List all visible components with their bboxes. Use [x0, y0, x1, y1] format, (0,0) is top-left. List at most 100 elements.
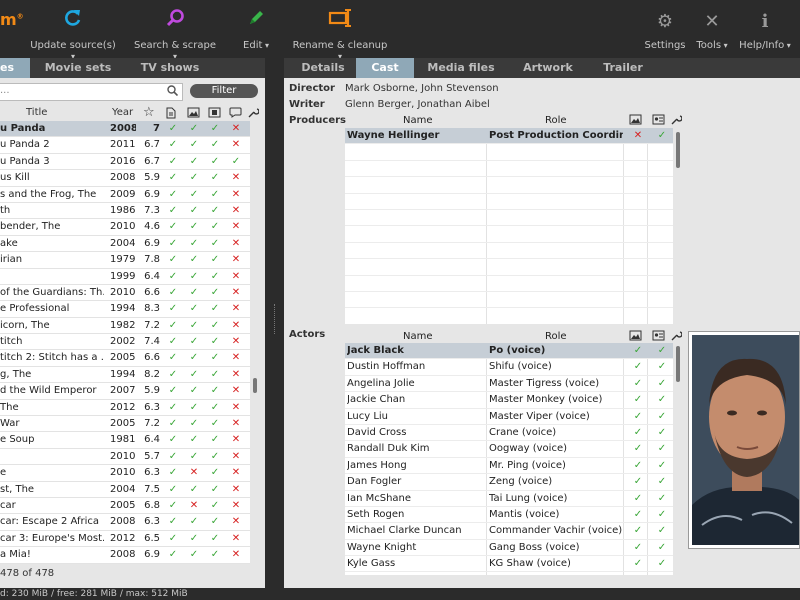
update-sources-button[interactable]: Update source(s) [30, 8, 116, 62]
movie-row[interactable]: War 2005 7.2 ✓ ✓ ✓ ✕ [0, 416, 250, 433]
movie-row[interactable]: of the Guardians: Th... 2010 6.6 ✓ ✓ ✓ ✕ [0, 284, 250, 302]
movie-row[interactable]: 1999 6.4 ✓ ✓ ✓ ✕ [0, 268, 250, 285]
movie-row[interactable]: car 3: Europe's Most... 2012 6.5 ✓ ✓ ✓ ✕ [0, 530, 250, 548]
search-input[interactable]: ... [0, 83, 183, 101]
star-icon[interactable]: ☆ [143, 105, 155, 120]
movie-row[interactable]: us Kill 2008 5.9 ✓ ✓ ✓ ✕ [0, 170, 250, 187]
help-info-button[interactable]: i Help/Info [736, 8, 794, 51]
video-status-icon: ✓ [210, 204, 220, 216]
movie-row[interactable]: icorn, The 1982 7.2 ✓ ✓ ✓ ✕ [0, 317, 250, 335]
tab-media-files[interactable]: Media files [418, 58, 504, 78]
thumb-status-icon: ✓ [657, 410, 667, 422]
tab-movies[interactable]: es [0, 58, 30, 78]
tools-button[interactable]: ✕ Tools [692, 8, 732, 51]
actor-role: Crane (voice) [489, 426, 557, 438]
movie-row[interactable]: d the Wild Emperor 2007 5.9 ✓ ✓ ✓ ✕ [0, 383, 250, 400]
movie-row[interactable]: u Panda 2008 7 ✓ ✓ ✓ ✕ [0, 121, 250, 138]
wrench-icon[interactable] [248, 107, 260, 121]
movie-row[interactable]: s and the Frog, The 2009 6.9 ✓ ✓ ✓ ✕ [0, 186, 250, 203]
name-column-header[interactable]: Name [403, 115, 433, 126]
movie-row[interactable]: irian 1979 7.8 ✓ ✓ ✓ ✕ [0, 252, 250, 269]
nfo-status-icon: ✓ [168, 401, 178, 413]
movie-row[interactable]: 2010 5.7 ✓ ✓ ✓ ✕ [0, 448, 250, 466]
tab-details[interactable]: Details [290, 58, 356, 78]
video-icon[interactable] [208, 107, 221, 121]
artwork-status-icon: ✓ [189, 303, 199, 315]
actor-row[interactable]: Jack Black Po (voice) ✓ ✓ [345, 343, 673, 360]
tab-artwork[interactable]: Artwork [506, 58, 590, 78]
movie-title: th [0, 204, 11, 216]
movie-row[interactable]: titch 2: Stitch has a ... 2005 6.6 ✓ ✓ ✓ ✕ [0, 350, 250, 367]
name-column-header[interactable]: Name [403, 331, 433, 342]
title-column-header[interactable]: Title [26, 107, 47, 118]
tab-trailer[interactable]: Trailer [590, 58, 656, 78]
movie-row[interactable]: ake 2004 6.9 ✓ ✓ ✓ ✕ [0, 235, 250, 253]
actor-row[interactable]: Seth Rogen Mantis (voice) ✓ ✓ [345, 507, 673, 524]
actor-row[interactable]: Dustin Hoffman Shifu (voice) ✓ ✓ [345, 359, 673, 376]
search-scrape-button[interactable]: Search & scrape [132, 8, 218, 62]
movie-row[interactable]: st, The 2004 7.5 ✓ ✓ ✓ ✕ [0, 481, 250, 498]
empty-row [345, 144, 673, 161]
artwork-icon[interactable] [187, 107, 200, 121]
movie-row[interactable]: e Professional 1994 8.3 ✓ ✓ ✓ ✕ [0, 301, 250, 318]
id-card-icon[interactable] [652, 114, 665, 128]
movie-row[interactable]: The 2012 6.3 ✓ ✓ ✓ ✕ [0, 399, 250, 417]
role-column-header[interactable]: Role [545, 115, 567, 126]
actor-row[interactable]: Dan Fogler Zeng (voice) ✓ ✓ [345, 474, 673, 491]
actors-scrollbar[interactable] [676, 346, 680, 382]
image-icon[interactable] [629, 114, 642, 128]
video-status-icon: ✓ [210, 418, 220, 430]
movie-row[interactable]: e 2010 6.3 ✓ ✕ ✓ ✕ [0, 465, 250, 482]
tab-cast[interactable]: Cast [356, 58, 414, 78]
image-icon[interactable] [629, 330, 642, 344]
nfo-icon[interactable] [166, 107, 176, 122]
actor-row[interactable]: Lucy Liu Master Viper (voice) ✓ ✓ [345, 409, 673, 425]
subtitle-status-icon: ✓ [231, 155, 241, 167]
edit-button[interactable]: Edit [238, 8, 274, 51]
actor-row[interactable]: James Hong Mr. Ping (voice) ✓ ✓ [345, 458, 673, 475]
tab-tv-shows[interactable]: TV shows [128, 58, 212, 78]
movie-title: s and the Frog, The [0, 188, 97, 200]
movie-row[interactable]: titch 2002 7.4 ✓ ✓ ✓ ✕ [0, 334, 250, 351]
movie-row[interactable]: u Panda 3 2016 6.7 ✓ ✓ ✓ ✓ [0, 153, 250, 171]
artwork-status-icon: ✓ [189, 532, 199, 544]
subtitle-status-icon: ✕ [231, 123, 241, 134]
filter-button[interactable]: Filter [190, 84, 258, 98]
tab-movie-sets[interactable]: Movie sets [36, 58, 120, 78]
subtitle-icon[interactable] [229, 107, 242, 121]
year-column-header[interactable]: Year [112, 107, 133, 118]
actor-row[interactable]: Ian McShane Tai Lung (voice) ✓ ✓ [345, 491, 673, 507]
producer-row[interactable]: Wayne Hellinger Post Production Coordinat… [345, 128, 673, 145]
actor-row[interactable]: David Cross Crane (voice) ✓ ✓ [345, 425, 673, 442]
movie-title: e Professional [0, 303, 70, 315]
subtitle-status-icon: ✕ [231, 385, 241, 397]
producers-scrollbar[interactable] [676, 132, 680, 168]
movie-row[interactable]: e Soup 1981 6.4 ✓ ✓ ✓ ✕ [0, 432, 250, 449]
movie-row[interactable]: car: Escape 2 Africa 2008 6.3 ✓ ✓ ✓ ✕ [0, 514, 250, 531]
actor-row[interactable]: Wayne Knight Gang Boss (voice) ✓ ✓ [345, 540, 673, 557]
movie-row[interactable]: u Panda 2 2011 6.7 ✓ ✓ ✓ ✕ [0, 137, 250, 154]
movie-rating: 4.6 [144, 221, 160, 233]
rename-cleanup-button[interactable]: Rename & cleanup [292, 8, 388, 62]
id-card-icon[interactable] [652, 330, 665, 344]
actor-row[interactable]: Michael Clarke Duncan Commander Vachir (v… [345, 523, 673, 540]
movie-row[interactable]: g, The 1994 8.2 ✓ ✓ ✓ ✕ [0, 366, 250, 384]
image-status-icon: ✓ [633, 508, 643, 520]
actor-row[interactable]: Randall Duk Kim Oogway (voice) ✓ ✓ [345, 441, 673, 458]
actor-row[interactable]: Angelina Jolie Master Tigress (voice) ✓ ✓ [345, 376, 673, 393]
role-column-header[interactable]: Role [545, 331, 567, 342]
movie-list-scrollbar[interactable] [252, 121, 260, 591]
actor-row[interactable]: Kyle Gass KG Shaw (voice) ✓ ✓ [345, 556, 673, 573]
movie-row[interactable]: a Mia! 2008 6.9 ✓ ✓ ✓ ✕ [0, 547, 250, 564]
video-status-icon: ✓ [210, 499, 220, 511]
thumb-status-icon: ✓ [657, 361, 667, 373]
wrench-icon[interactable] [671, 330, 683, 344]
artwork-status-icon: ✓ [189, 516, 199, 528]
movie-row[interactable]: car 2005 6.8 ✓ ✕ ✓ ✕ [0, 497, 250, 515]
movie-row[interactable]: th 1986 7.3 ✓ ✓ ✓ ✕ [0, 202, 250, 220]
actor-row[interactable]: Jackie Chan Master Monkey (voice) ✓ ✓ [345, 392, 673, 409]
panel-splitter[interactable] [265, 78, 284, 588]
movie-row[interactable]: bender, The 2010 4.6 ✓ ✓ ✓ ✕ [0, 219, 250, 236]
wrench-icon[interactable] [671, 114, 683, 128]
settings-button[interactable]: ⚙ Settings [644, 8, 686, 51]
